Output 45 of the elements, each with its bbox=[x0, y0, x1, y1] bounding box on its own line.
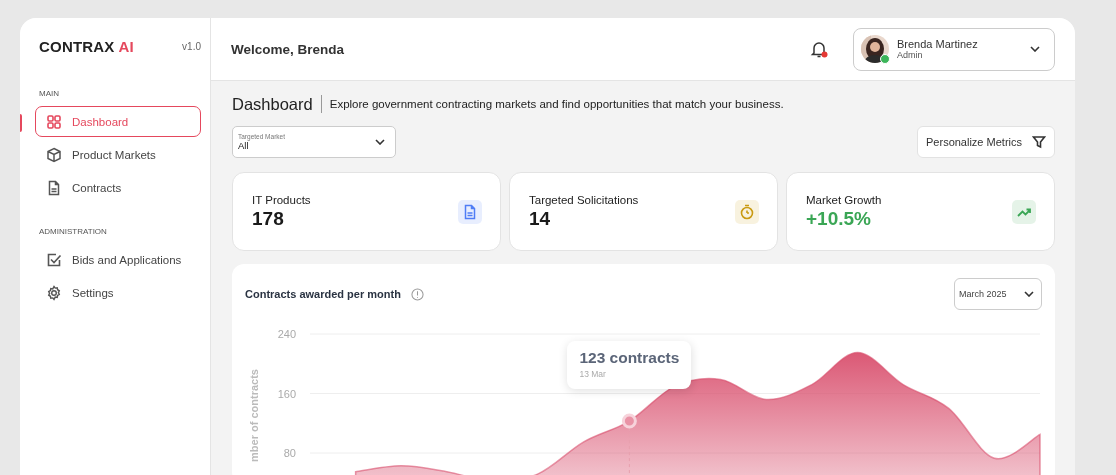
tooltip-value: 123 contracts bbox=[579, 349, 680, 368]
sidebar-item[interactable]: Product Markets bbox=[35, 139, 201, 170]
metric-label: Targeted Solicitations bbox=[529, 193, 639, 206]
metric-value: 178 bbox=[252, 207, 285, 230]
period-dropdown[interactable]: March 2025 bbox=[954, 278, 1042, 310]
sidebar-item[interactable]: Dashboard bbox=[35, 106, 201, 137]
user-role: Admin bbox=[897, 50, 924, 60]
y-tick-label: 80 bbox=[283, 447, 296, 459]
version-label: v1.0 bbox=[182, 41, 201, 52]
user-menu[interactable]: Brenda Martinez Admin bbox=[853, 27, 1055, 71]
y-tick-label: 240 bbox=[277, 328, 296, 340]
brand-logo: CONTRAX AI bbox=[39, 38, 134, 55]
metric-label: IT Products bbox=[252, 193, 311, 206]
metric-value: +10.5% bbox=[806, 207, 872, 230]
filter-icon bbox=[1032, 135, 1046, 149]
sidebar-item[interactable]: Contracts bbox=[35, 172, 201, 203]
metric-label: Market Growth bbox=[806, 193, 882, 206]
sidebar-item[interactable]: Bids and Applications bbox=[35, 244, 201, 275]
chart-title: Contracts awarded per month bbox=[245, 288, 401, 300]
metric-value: 14 bbox=[529, 207, 552, 230]
active-marker bbox=[20, 113, 22, 132]
chevron-down-icon bbox=[1024, 291, 1034, 297]
sidebar-item[interactable]: Settings bbox=[35, 277, 201, 308]
stopwatch-icon bbox=[739, 203, 755, 220]
bell-icon[interactable] bbox=[809, 39, 829, 59]
cube-icon bbox=[46, 146, 62, 163]
page-title: Dashboard bbox=[232, 95, 322, 113]
welcome-title: Welcome, Brenda bbox=[231, 41, 346, 57]
settings-icon bbox=[46, 284, 62, 301]
y-axis-label: mber of contracts bbox=[248, 369, 260, 462]
document-icon bbox=[462, 203, 478, 220]
section-heading: MAIN bbox=[39, 89, 60, 98]
user-name: Brenda Martinez bbox=[897, 38, 979, 50]
grid-icon bbox=[46, 113, 62, 130]
data-point[interactable] bbox=[621, 413, 637, 429]
chevron-down-icon bbox=[1030, 46, 1040, 52]
document-icon bbox=[46, 179, 62, 196]
section-heading: ADMINISTRATION bbox=[39, 227, 108, 236]
chevron-down-icon bbox=[375, 139, 385, 145]
y-tick-label: 160 bbox=[277, 387, 296, 400]
personalize-metrics-button[interactable]: Personalize Metrics bbox=[917, 126, 1055, 158]
tooltip-date: 13 Mar bbox=[579, 369, 607, 380]
info-icon[interactable] bbox=[410, 287, 424, 301]
page-subtitle: Explore government contracting markets and find opportunities that match your business. bbox=[329, 98, 784, 110]
checkbox-icon bbox=[46, 251, 62, 268]
